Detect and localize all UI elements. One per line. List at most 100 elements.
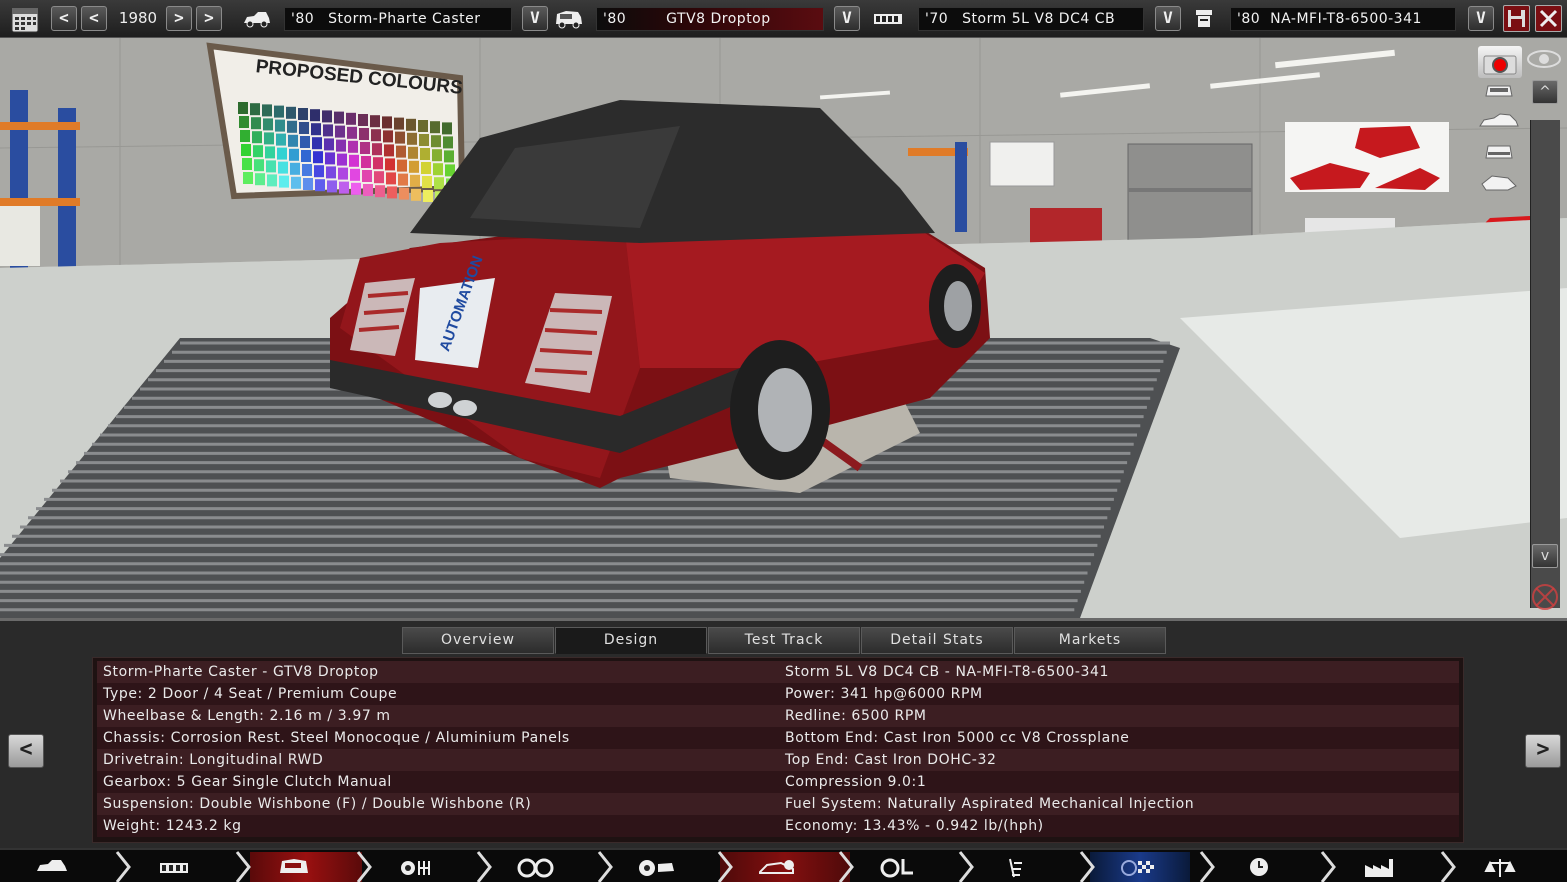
- spec-row: Weight: 1243.2 kg Economy: 13.43% - 0.942…: [97, 815, 1459, 837]
- car-spec: Chassis: Corrosion Rest. Steel Monocoque…: [103, 730, 570, 746]
- camera-icon[interactable]: [1478, 46, 1522, 78]
- engine-family-name: Storm 5L V8 DC4 CB: [962, 11, 1116, 27]
- info-panel: Overview Design Test Track Detail Stats …: [0, 618, 1567, 848]
- car-trim-name: GTV8 Droptop: [666, 11, 771, 27]
- car-trim-year: '80: [603, 11, 627, 27]
- car-spec: Type: 2 Door / 4 Seat / Premium Coupe: [103, 686, 398, 702]
- car-front-view-icon[interactable]: [1478, 78, 1520, 102]
- car-rear-view-icon[interactable]: [1478, 140, 1520, 164]
- year-back-fast-button[interactable]: <: [51, 6, 77, 31]
- car-spec: Suspension: Double Wishbone (F) / Double…: [103, 796, 532, 812]
- step-arrow-icon: [715, 850, 737, 882]
- engine-spec: Compression 9.0:1: [785, 774, 927, 790]
- car-spec: Storm-Pharte Caster - GTV8 Droptop: [103, 664, 379, 680]
- car-model-dropdown-button[interactable]: V: [522, 6, 548, 31]
- scroll-up-icon[interactable]: ^: [1532, 80, 1558, 104]
- engine-variant-icon: [1192, 8, 1222, 30]
- workflow-nav: [0, 848, 1567, 882]
- engine-spec: Top End: Cast Iron DOHC-32: [785, 752, 997, 768]
- year-forward-fast-button[interactable]: >: [196, 6, 222, 31]
- chassis-icon[interactable]: [156, 855, 194, 881]
- spec-row: Gearbox: 5 Gear Single Clutch Manual Comp…: [97, 771, 1459, 793]
- step-arrow-icon: [354, 850, 376, 882]
- car-angle-view-icon[interactable]: [1478, 170, 1520, 194]
- top-toolbar: < < 1980 > > '80 Storm-Pharte Caster V '8…: [0, 0, 1567, 38]
- spec-list: Storm-Pharte Caster - GTV8 Droptop Storm …: [92, 657, 1464, 843]
- save-icon[interactable]: [1503, 5, 1530, 32]
- engine-variant-year: '80: [1237, 11, 1261, 27]
- close-icon[interactable]: [1535, 5, 1562, 32]
- year-forward-button[interactable]: >: [166, 6, 192, 31]
- engine-gears-icon[interactable]: [397, 855, 435, 881]
- brakes-aero-icon[interactable]: [638, 855, 676, 881]
- test-track-icon[interactable]: [1120, 855, 1158, 881]
- factory-icon[interactable]: [1361, 855, 1399, 881]
- no-drag-icon[interactable]: [1528, 580, 1562, 614]
- car-spec: Weight: 1243.2 kg: [103, 818, 242, 834]
- engine-spec: Power: 341 hp@6000 RPM: [785, 686, 983, 702]
- spec-row: Chassis: Corrosion Rest. Steel Monocoque…: [97, 727, 1459, 749]
- calendar-icon[interactable]: [10, 4, 40, 34]
- spec-row: Type: 2 Door / 4 Seat / Premium Coupe Pow…: [97, 683, 1459, 705]
- step-arrow-icon: [233, 850, 255, 882]
- step-arrow-icon: [1077, 850, 1099, 882]
- year-display: 1980: [118, 9, 158, 27]
- car-3d-viewport[interactable]: PROPOSED COLOURS AUTOMATION ^ v: [0, 38, 1567, 618]
- interior-steering-icon[interactable]: [879, 855, 917, 881]
- car-model-icon: [242, 8, 272, 30]
- step-arrow-icon: [836, 850, 858, 882]
- view-scroll-track[interactable]: [1530, 120, 1560, 608]
- year-back-button[interactable]: <: [81, 6, 107, 31]
- step-arrow-icon: [474, 850, 496, 882]
- spec-row: Wheelbase & Length: 2.16 m / 3.97 m Redli…: [97, 705, 1459, 727]
- wheels-icon[interactable]: [517, 855, 555, 881]
- markets-scale-icon[interactable]: [1482, 855, 1520, 881]
- car-trim-field[interactable]: '80 GTV8 Droptop: [596, 7, 824, 31]
- tab-detail-stats[interactable]: Detail Stats: [861, 627, 1013, 654]
- car-model-field[interactable]: '80 Storm-Pharte Caster: [284, 7, 512, 31]
- car-spec: Gearbox: 5 Gear Single Clutch Manual: [103, 774, 392, 790]
- spec-row: Drivetrain: Longitudinal RWD Top End: Cas…: [97, 749, 1459, 771]
- step-arrow-icon: [113, 850, 135, 882]
- tab-test-track[interactable]: Test Track: [708, 627, 860, 654]
- spec-row: Suspension: Double Wishbone (F) / Double…: [97, 793, 1459, 815]
- car-spec: Wheelbase & Length: 2.16 m / 3.97 m: [103, 708, 391, 724]
- engine-spec: Fuel System: Naturally Aspirated Mechani…: [785, 796, 1195, 812]
- engine-spec: Redline: 6500 RPM: [785, 708, 927, 724]
- garage-scene: PROPOSED COLOURS AUTOMATION: [0, 38, 1567, 618]
- spec-row: Storm-Pharte Caster - GTV8 Droptop Storm …: [97, 661, 1459, 683]
- car-trim-icon: [554, 8, 584, 30]
- car-spec: Drivetrain: Longitudinal RWD: [103, 752, 324, 768]
- trim-select-icon[interactable]: [276, 855, 314, 881]
- engine-variant-field[interactable]: '80 NA-MFI-T8-6500-341: [1230, 7, 1456, 31]
- engine-family-field[interactable]: '70 Storm 5L V8 DC4 CB: [918, 7, 1144, 31]
- engine-variant-dropdown-button[interactable]: V: [1468, 6, 1494, 31]
- tab-markets[interactable]: Markets: [1014, 627, 1166, 654]
- panel-next-button[interactable]: >: [1525, 734, 1561, 768]
- eye-icon[interactable]: [1526, 48, 1562, 70]
- scroll-down-icon[interactable]: v: [1532, 544, 1558, 568]
- car-trim-dropdown-button[interactable]: V: [834, 6, 860, 31]
- suspension-tuning-icon[interactable]: [1000, 855, 1038, 881]
- car-side-view-icon[interactable]: [1478, 110, 1520, 134]
- engine-spec: Economy: 13.43% - 0.942 lb/(hph): [785, 818, 1044, 834]
- engine-spec: Storm 5L V8 DC4 CB - NA-MFI-T8-6500-341: [785, 664, 1110, 680]
- car-model-name: Storm-Pharte Caster: [328, 11, 481, 27]
- panel-prev-button[interactable]: <: [8, 734, 44, 768]
- step-arrow-icon: [1438, 850, 1460, 882]
- engine-family-dropdown-button[interactable]: V: [1155, 6, 1181, 31]
- engine-spec: Bottom End: Cast Iron 5000 cc V8 Crosspl…: [785, 730, 1130, 746]
- tab-overview[interactable]: Overview: [402, 627, 554, 654]
- engine-variant-name: NA-MFI-T8-6500-341: [1270, 11, 1422, 27]
- engineering-time-icon[interactable]: [1241, 855, 1279, 881]
- step-arrow-icon: [1197, 850, 1219, 882]
- tab-design[interactable]: Design: [555, 627, 707, 654]
- step-arrow-icon: [956, 850, 978, 882]
- car-body-icon[interactable]: [35, 855, 73, 881]
- engine-family-icon: [872, 8, 902, 30]
- engine-family-year: '70: [925, 11, 949, 27]
- car-model-year: '80: [291, 11, 315, 27]
- step-arrow-icon: [1318, 850, 1340, 882]
- step-arrow-icon: [595, 850, 617, 882]
- car-design-fan-icon[interactable]: [756, 855, 797, 881]
